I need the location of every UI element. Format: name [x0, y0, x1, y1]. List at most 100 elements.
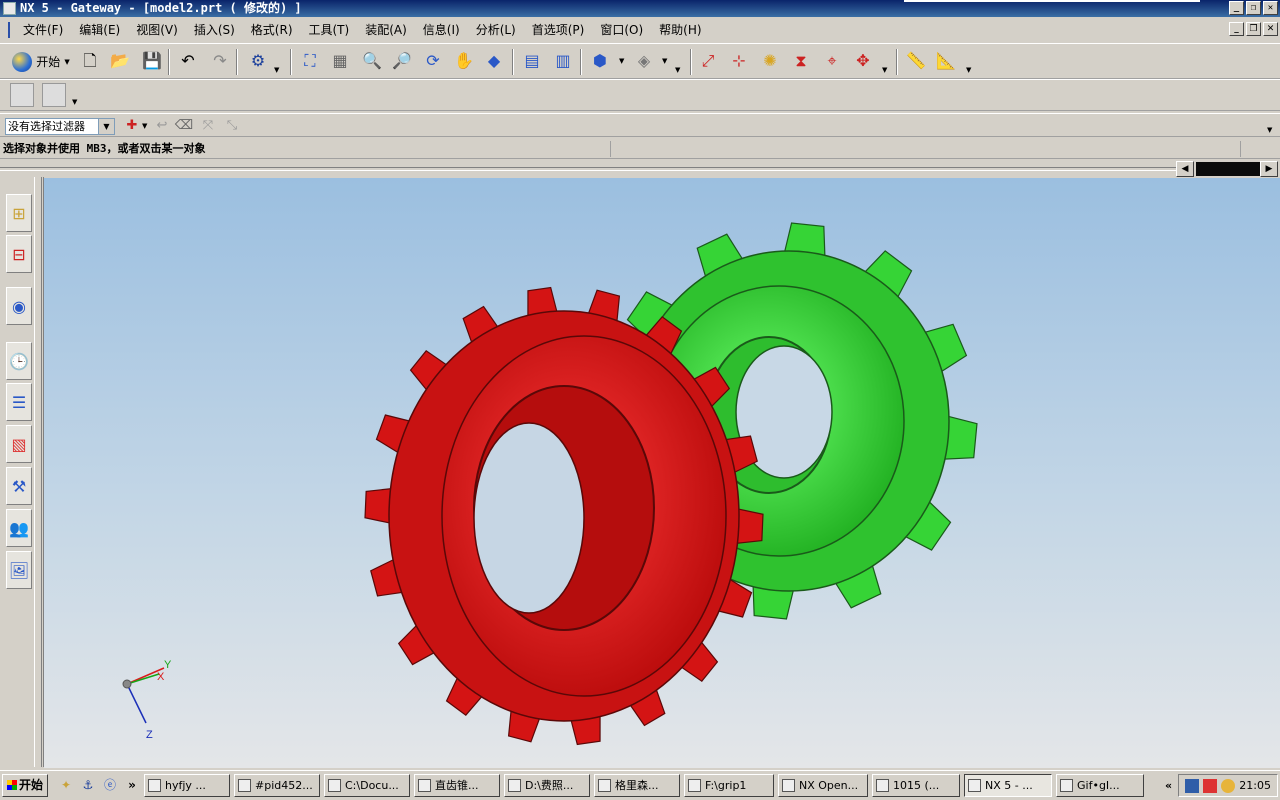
menu-assemblies[interactable]: 装配(A) [357, 20, 415, 40]
doc-close-button[interactable]: ✕ [1263, 22, 1278, 36]
quick-pick-icon[interactable]: ⤧ [196, 114, 220, 138]
view-orientation-icon[interactable]: ◈ [632, 49, 656, 73]
select-all-icon[interactable]: ⤡ [220, 114, 244, 138]
task-button[interactable]: Gif•gI... [1056, 774, 1144, 797]
render-style-dropdown-icon[interactable]: ▼ [619, 57, 624, 65]
messenger-icon[interactable] [1221, 779, 1235, 793]
menu-analysis[interactable]: 分析(L) [468, 20, 524, 40]
type-filter-select[interactable]: 没有选择过滤器 ▼ [5, 118, 115, 135]
wcs-dynamics-icon[interactable]: ✺ [758, 49, 782, 73]
task-button-active[interactable]: NX 5 - ... [964, 774, 1052, 797]
scroll-thumb[interactable] [1196, 162, 1260, 176]
chevron-down-icon[interactable]: ▼ [98, 119, 114, 134]
volume-icon[interactable] [1203, 779, 1217, 793]
start-button[interactable]: 开始 ▼ [8, 49, 74, 75]
tray-expand-icon[interactable]: « [1165, 775, 1172, 796]
task-button[interactable]: hyfjy ... [144, 774, 230, 797]
measure-angle-icon[interactable]: 📐 [934, 49, 958, 73]
menu-edit[interactable]: 编辑(E) [71, 20, 128, 40]
menu-preferences[interactable]: 首选项(P) [524, 20, 593, 40]
measure-dropdown-icon[interactable]: ▼ [966, 66, 971, 74]
menu-view[interactable]: 视图(V) [128, 20, 186, 40]
snap-point-icon[interactable]: ✚ [120, 114, 144, 138]
doc-minimize-button[interactable]: _ [1229, 22, 1244, 36]
windows-start-button[interactable]: 开始 [2, 774, 48, 797]
assembly-navigator-tab-icon[interactable]: ⊞ [6, 194, 32, 232]
horizontal-scrollbar[interactable]: ◀ ▶ [0, 161, 1280, 177]
menu-tools[interactable]: 工具(T) [301, 20, 358, 40]
task-button[interactable]: #pid452... [234, 774, 320, 797]
save-icon[interactable]: 💾 [140, 49, 164, 73]
eraser-icon[interactable]: ⌫ [172, 114, 196, 138]
task-label: D:\费照... [525, 779, 574, 792]
zoom-icon[interactable]: 🔍 [360, 49, 384, 73]
task-button[interactable]: 直齿锥... [414, 774, 500, 797]
wcs-origin-icon[interactable]: ⊹ [727, 49, 751, 73]
restore-button[interactable]: ❐ [1246, 1, 1261, 15]
render-style-icon[interactable]: ⬢ [588, 49, 612, 73]
datum-csys-icon[interactable]: ⤢ [696, 49, 720, 73]
wcs-orient-icon[interactable]: ⌖ [820, 49, 844, 73]
task-label: C:\Docu... [345, 779, 399, 792]
snap-dropdown-icon[interactable]: ▼ [142, 122, 147, 130]
quicklaunch-nx-icon[interactable]: ⚓ [80, 777, 96, 793]
task-button[interactable]: C:\Docu... [324, 774, 410, 797]
new-file-icon[interactable]: 🗋 [78, 49, 102, 73]
nx-app-icon[interactable] [3, 2, 16, 15]
shaded-view-icon[interactable]: ◆ [482, 49, 506, 73]
zoom-window-icon[interactable]: ▦ [328, 49, 352, 73]
fit-view-icon[interactable]: ⛶ [298, 49, 322, 73]
menu-help[interactable]: 帮助(H) [651, 20, 709, 40]
selection-dropdown-icon[interactable]: ▼ [274, 66, 279, 74]
part-navigator-tab-icon[interactable]: ⊟ [6, 235, 32, 273]
window-title-bar: NX 5 - Gateway - [model2.prt ( 修改的) ] _ … [0, 0, 1280, 17]
selection-options-icon[interactable]: ⚙ [246, 49, 270, 73]
task-button[interactable]: 1015 (... [872, 774, 960, 797]
measure-distance-icon[interactable]: 📏 [904, 49, 928, 73]
selection-bar-dropdown-icon[interactable]: ▼ [1267, 126, 1272, 134]
menu-insert[interactable]: 插入(S) [186, 20, 243, 40]
close-button[interactable]: ✕ [1263, 1, 1278, 15]
empty-tool-slot-2-icon[interactable] [42, 83, 66, 107]
view-orientation-dropdown-icon[interactable]: ▼ [662, 57, 667, 65]
deselect-icon[interactable]: ↩ [150, 114, 174, 138]
empty-tool-slot-1-icon[interactable] [10, 83, 34, 107]
roles-tab-icon[interactable]: 👥 [6, 509, 32, 547]
system-scenes-tab-icon[interactable]: 🖼 [6, 551, 32, 589]
menu-information[interactable]: 信息(I) [415, 20, 468, 40]
quicklaunch-more-icon[interactable]: » [124, 777, 140, 793]
secondary-dropdown-icon[interactable]: ▼ [72, 98, 77, 106]
rotate-icon[interactable]: ⟳ [421, 49, 445, 73]
pan-icon[interactable]: ✋ [452, 49, 476, 73]
wcs-rotate-icon[interactable]: ⧗ [789, 49, 813, 73]
task-button[interactable]: D:\费照... [504, 774, 590, 797]
network-icon[interactable] [1185, 779, 1199, 793]
part-navigator-icon[interactable]: ▥ [551, 49, 575, 73]
minimize-button[interactable]: _ [1229, 1, 1244, 15]
menu-window[interactable]: 窗口(O) [592, 20, 651, 40]
view-toolbar-dropdown-icon[interactable]: ▼ [675, 66, 680, 74]
redo-icon[interactable]: ↷ [208, 49, 232, 73]
task-button[interactable]: F:\grip1 [684, 774, 774, 797]
quicklaunch-ie-icon[interactable]: ⓔ [102, 777, 118, 793]
scroll-right-icon[interactable]: ▶ [1260, 161, 1278, 177]
scroll-left-icon[interactable]: ◀ [1176, 161, 1194, 177]
history-tab-icon[interactable]: 🕒 [6, 342, 32, 380]
system-materials-tab-icon[interactable]: ☰ [6, 383, 32, 421]
doc-restore-button[interactable]: ❐ [1246, 22, 1261, 36]
web-browser-tab-icon[interactable]: ◉ [6, 287, 32, 325]
menu-file[interactable]: 文件(F) [15, 20, 71, 40]
menu-format[interactable]: 格式(R) [243, 20, 301, 40]
process-studio-tab-icon[interactable]: ⚒ [6, 467, 32, 505]
wcs-dropdown-icon[interactable]: ▼ [882, 66, 887, 74]
palette-tab-icon[interactable]: ▧ [6, 425, 32, 463]
task-button[interactable]: NX Open... [778, 774, 868, 797]
assembly-navigator-icon[interactable]: ▤ [520, 49, 544, 73]
open-folder-icon[interactable]: 📂 [108, 49, 132, 73]
quicklaunch-app-icon[interactable]: ✦ [58, 777, 74, 793]
wcs-display-icon[interactable]: ✥ [851, 49, 875, 73]
task-button[interactable]: 格里森... [594, 774, 680, 797]
undo-icon[interactable]: ↶ [176, 49, 200, 73]
zoom-in-out-icon[interactable]: 🔎 [390, 49, 414, 73]
graphics-window[interactable]: X Y Z [44, 178, 1280, 768]
